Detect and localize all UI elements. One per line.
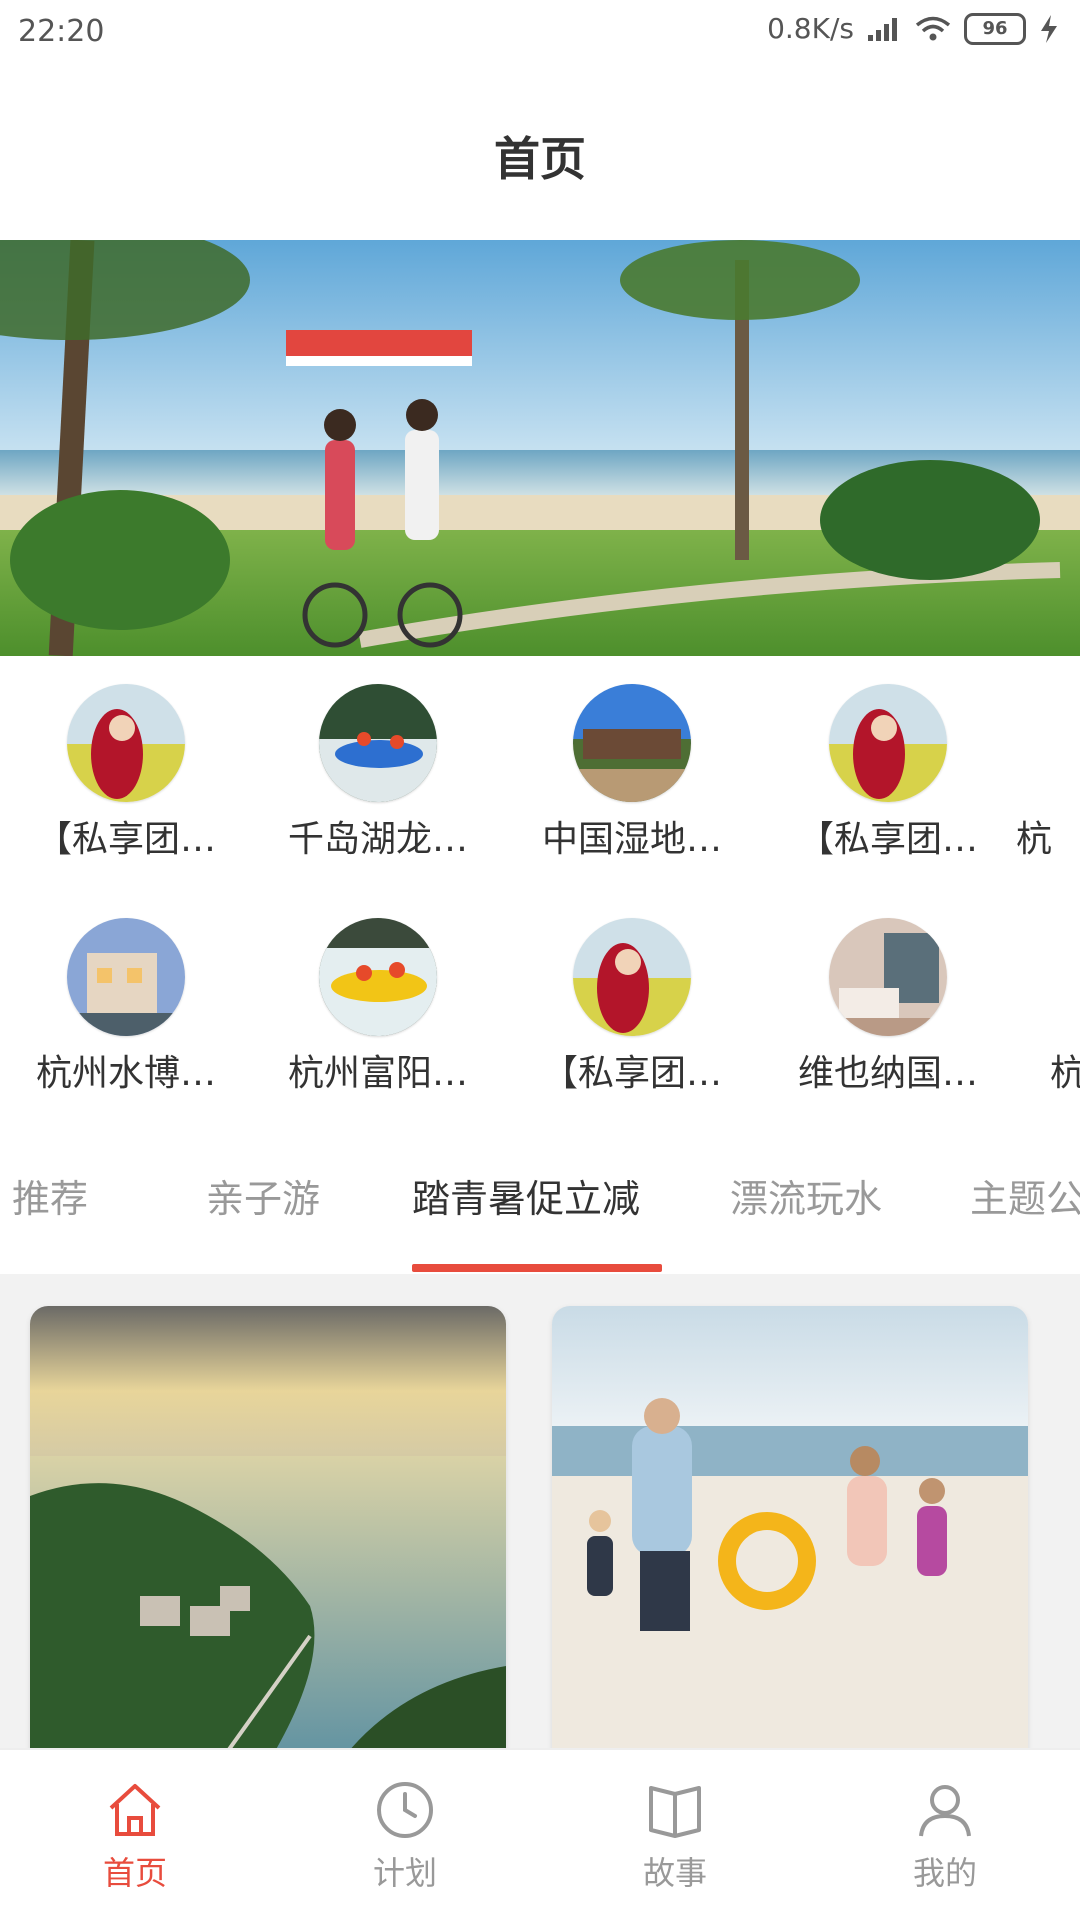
quick-link-item[interactable]: 【私享团…: [768, 684, 1008, 884]
quick-link-label: 杭州水博…: [35, 1053, 216, 1094]
nav-story-label: 故事: [642, 1854, 707, 1892]
network-speed: 0.8K/s: [767, 12, 854, 45]
quick-link-label: 杭州富阳…: [287, 1053, 468, 1094]
quick-link-avatar: [67, 918, 185, 1036]
nav-home-label: 首页: [102, 1854, 167, 1892]
quick-link-avatar: [829, 684, 947, 802]
charging-icon: [1041, 14, 1057, 43]
tab-theme-park[interactable]: 主题公: [970, 1168, 1080, 1223]
quick-link-label: 千岛湖龙…: [287, 819, 468, 860]
quick-link-item[interactable]: 中国湿地…: [512, 684, 752, 884]
quick-link-item[interactable]: 【私享团…: [512, 918, 752, 1118]
nav-story[interactable]: 故事: [540, 1750, 810, 1922]
title-bar: 首页: [0, 72, 1080, 240]
product-card[interactable]: [30, 1306, 506, 1748]
quick-link-avatar: [573, 684, 691, 802]
nav-plan-label: 计划: [372, 1854, 437, 1892]
nav-mine[interactable]: 我的: [810, 1750, 1080, 1922]
home-icon: [109, 1784, 161, 1836]
tab-rafting[interactable]: 漂流玩水: [730, 1168, 882, 1223]
quick-link-item[interactable]: 【私享团…: [6, 684, 246, 884]
clock-icon: [377, 1782, 433, 1838]
product-card-image[interactable]: [552, 1306, 1028, 1748]
nav-plan[interactable]: 计划: [270, 1750, 540, 1922]
quick-link-avatar: [319, 918, 437, 1036]
user-icon: [919, 1785, 971, 1837]
wifi-icon: [915, 16, 951, 40]
tab-spring-summer-sale[interactable]: 踏青暑促立减: [412, 1168, 640, 1223]
quick-link-item[interactable]: 维也纳国…: [768, 918, 1008, 1118]
signal-icon: [868, 17, 897, 41]
quick-links-grid: 【私享团… 千岛湖龙… 中国湿地… 【私享团… 杭 杭州水博… 杭州富阳… 【私…: [0, 656, 1080, 1126]
quick-link-avatar: [573, 918, 691, 1036]
tab-family-trip[interactable]: 亲子游: [206, 1168, 320, 1223]
banner-carousel[interactable]: [0, 240, 1080, 656]
page-title: 首页: [494, 132, 586, 186]
quick-link-avatar: [319, 684, 437, 802]
quick-link-label: 【私享团…: [35, 819, 216, 860]
product-card[interactable]: [552, 1306, 1028, 1748]
battery-icon: 96: [964, 12, 1026, 45]
quick-link-item[interactable]: 千岛湖龙…: [258, 684, 498, 884]
quick-link-avatar: [67, 684, 185, 802]
active-tab-indicator: [412, 1264, 662, 1272]
quick-link-label: 【私享团…: [541, 1053, 722, 1094]
book-icon: [649, 1786, 701, 1838]
nav-mine-label: 我的: [912, 1854, 977, 1892]
category-tabs: 推荐 亲子游 踏青暑促立减 漂流玩水 主题公: [0, 1126, 1080, 1276]
quick-link-avatar: [829, 918, 947, 1036]
quick-link-item[interactable]: 杭州水博…: [6, 918, 246, 1118]
quick-link-label: 【私享团…: [797, 819, 978, 860]
quick-link-label: 维也纳国…: [797, 1053, 978, 1094]
quick-link-label: 杭: [1050, 1053, 1080, 1094]
quick-link-item[interactable]: 杭州富阳…: [258, 918, 498, 1118]
status-bar: 22:20 0.8K/s 96: [0, 0, 1080, 72]
content-list: [0, 1274, 1080, 1748]
tab-recommend[interactable]: 推荐: [12, 1168, 88, 1223]
quick-link-label: 中国湿地…: [541, 819, 722, 860]
quick-link-item[interactable]: 杭: [1050, 918, 1080, 1118]
nav-home[interactable]: 首页: [0, 1750, 270, 1922]
quick-link-label: 杭: [1016, 819, 1053, 860]
status-time: 22:20: [18, 14, 105, 49]
quick-link-item[interactable]: 杭: [1016, 684, 1080, 884]
status-right: 0.8K/s 96: [767, 12, 1060, 45]
bottom-navigation: 首页 计划 故事 我的: [0, 1748, 1080, 1922]
banner-image[interactable]: [0, 240, 1080, 656]
product-card-image[interactable]: [30, 1306, 506, 1748]
